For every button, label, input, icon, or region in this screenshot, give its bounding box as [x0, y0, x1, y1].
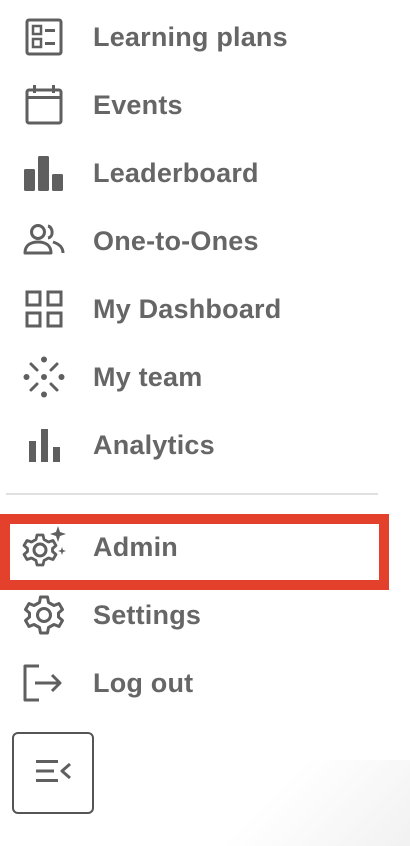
learning-plans-icon — [22, 15, 66, 59]
people-icon — [22, 219, 66, 263]
team-dots-icon — [22, 355, 66, 399]
sidebar-item-admin[interactable]: Admin — [0, 517, 380, 577]
collapse-menu-icon — [33, 756, 73, 791]
calendar-icon — [22, 83, 66, 127]
sidebar-item-label: My Dashboard — [93, 293, 282, 324]
sidebar-item-label: One-to-Ones — [93, 225, 259, 256]
sidebar-item-my-dashboard[interactable]: My Dashboard — [0, 279, 380, 339]
sidebar-item-label: Analytics — [93, 429, 215, 460]
sidebar-item-settings[interactable]: Settings — [0, 585, 380, 645]
sidebar-item-events[interactable]: Events — [0, 75, 380, 135]
sidebar-item-analytics[interactable]: Analytics — [0, 415, 380, 475]
sidebar-item-label: Admin — [93, 531, 178, 562]
dashboard-grid-icon — [22, 287, 66, 331]
sidebar-item-label: Learning plans — [93, 21, 288, 52]
sidebar-nav: Learning plans Events Leaderboard One-to… — [0, 0, 410, 846]
bar-chart-icon — [22, 423, 66, 467]
sidebar-item-label: Events — [93, 89, 183, 120]
section-divider — [6, 493, 378, 495]
logout-icon — [22, 661, 66, 705]
sidebar-item-learning-plans[interactable]: Learning plans — [0, 7, 380, 67]
background-shade — [180, 760, 410, 846]
admin-gear-sparkle-icon — [22, 525, 66, 569]
sidebar-item-log-out[interactable]: Log out — [0, 653, 380, 713]
collapse-sidebar-button[interactable] — [12, 732, 94, 814]
sidebar-item-my-team[interactable]: My team — [0, 347, 380, 407]
sidebar-item-leaderboard[interactable]: Leaderboard — [0, 143, 380, 203]
sidebar-item-one-to-ones[interactable]: One-to-Ones — [0, 211, 380, 271]
settings-gear-icon — [22, 593, 66, 637]
leaderboard-icon — [22, 151, 66, 195]
sidebar-item-label: Leaderboard — [93, 157, 259, 188]
sidebar-item-label: My team — [93, 361, 203, 392]
sidebar-item-label: Settings — [93, 599, 202, 630]
sidebar-item-label: Log out — [93, 667, 194, 698]
